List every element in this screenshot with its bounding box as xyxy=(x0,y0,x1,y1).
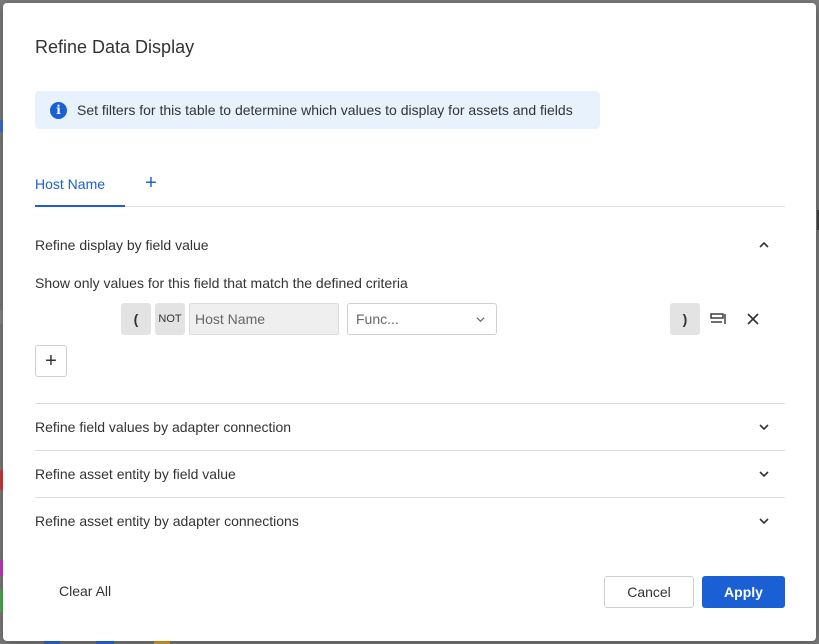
dialog-title: Refine Data Display xyxy=(35,37,195,57)
section-entity-field-value-header[interactable]: Refine asset entity by field value xyxy=(35,451,785,497)
add-tab-button[interactable]: + xyxy=(143,173,159,193)
section-description: Show only values for this field that mat… xyxy=(35,275,408,291)
section-field-value-header[interactable]: Refine display by field value xyxy=(35,222,785,268)
section-entity-adapter-connections-header[interactable]: Refine asset entity by adapter connectio… xyxy=(35,498,785,544)
close-icon xyxy=(747,313,759,325)
info-icon: i xyxy=(50,101,67,119)
chevron-up-icon[interactable] xyxy=(757,238,771,252)
section-title: Refine asset entity by field value xyxy=(35,466,236,482)
clear-all-button[interactable]: Clear All xyxy=(59,583,111,599)
section-title: Refine field values by adapter connectio… xyxy=(35,419,292,435)
remove-rule-button[interactable] xyxy=(743,309,763,329)
list-options-icon xyxy=(710,313,726,324)
chevron-down-icon[interactable] xyxy=(757,420,771,434)
section-title: Refine display by field value xyxy=(35,237,209,253)
info-text: Set filters for this table to determine … xyxy=(77,102,573,118)
tab-host-name[interactable]: Host Name xyxy=(35,169,125,207)
rule-options-button[interactable] xyxy=(709,309,729,329)
close-paren-toggle[interactable]: ) xyxy=(670,303,700,335)
chevron-down-icon[interactable] xyxy=(757,514,771,528)
field-name-input[interactable]: Host Name xyxy=(189,303,339,335)
function-placeholder: Func... xyxy=(356,311,399,327)
add-rule-button[interactable]: + xyxy=(35,345,67,377)
open-paren-toggle[interactable]: ( xyxy=(121,303,151,335)
cancel-button[interactable]: Cancel xyxy=(604,576,694,608)
info-banner: i Set filters for this table to determin… xyxy=(35,91,600,129)
not-toggle[interactable]: NOT xyxy=(155,303,185,335)
apply-button[interactable]: Apply xyxy=(702,576,785,608)
function-select[interactable]: Func... xyxy=(347,303,497,335)
plus-icon: + xyxy=(145,172,157,194)
chevron-down-icon xyxy=(476,316,485,322)
chevron-down-icon[interactable] xyxy=(757,467,771,481)
refine-data-display-dialog: Refine Data Display i Set filters for th… xyxy=(3,3,816,641)
section-title: Refine asset entity by adapter connectio… xyxy=(35,513,299,529)
field-tabs: Host Name + xyxy=(35,169,785,207)
section-adapter-connection-header[interactable]: Refine field values by adapter connectio… xyxy=(35,404,785,450)
field-name-value: Host Name xyxy=(195,311,266,327)
plus-icon: + xyxy=(45,349,57,372)
